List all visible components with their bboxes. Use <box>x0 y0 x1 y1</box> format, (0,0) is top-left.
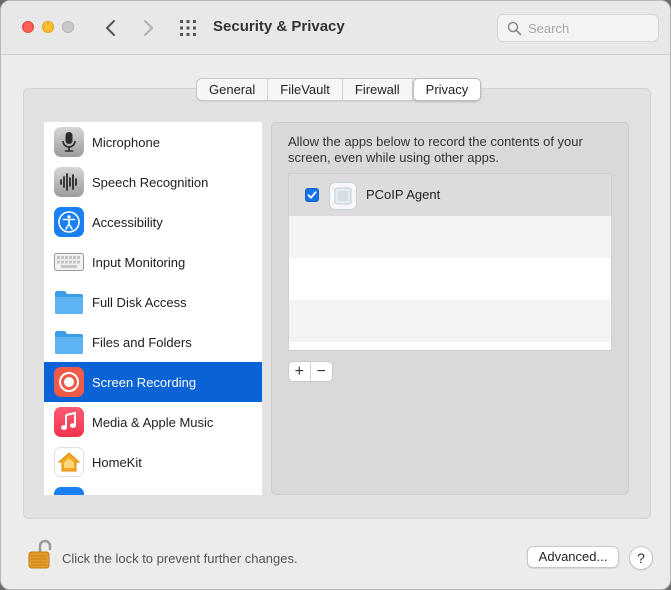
folder-icon <box>54 327 84 357</box>
empty-list-row <box>289 216 611 258</box>
microphone-icon <box>54 127 84 157</box>
app-enabled-checkbox[interactable] <box>305 188 319 202</box>
empty-list-row <box>289 300 611 342</box>
sidebar-item-label: Media & Apple Music <box>92 414 214 430</box>
chevron-right-icon <box>144 20 153 36</box>
bluetooth-icon <box>54 487 84 495</box>
forward-button[interactable] <box>138 16 158 40</box>
show-all-button[interactable] <box>178 18 198 38</box>
sidebar-item-label: Accessibility <box>92 214 163 230</box>
zoom-window-button[interactable] <box>62 21 74 33</box>
security-privacy-window: Security & Privacy General FileVault Fir… <box>0 0 671 590</box>
window-title: Security & Privacy <box>213 18 345 35</box>
folder-icon <box>54 287 84 317</box>
search-input[interactable] <box>528 19 648 37</box>
tab-filevault[interactable]: FileVault <box>268 79 343 100</box>
sidebar-item-label: Screen Recording <box>92 374 197 390</box>
accessibility-icon <box>54 207 84 237</box>
sidebar-item-label: Speech Recognition <box>92 174 209 190</box>
title-bar: Security & Privacy <box>1 1 670 55</box>
sidebar-item-label: Full Disk Access <box>92 294 187 310</box>
tab-firewall[interactable]: Firewall <box>343 79 413 100</box>
permission-description: Allow the apps below to record the conte… <box>288 134 583 165</box>
waveform-icon <box>54 167 84 197</box>
grid-icon <box>180 20 196 36</box>
empty-list-row <box>289 342 611 350</box>
home-icon <box>54 447 84 477</box>
search-field[interactable] <box>497 14 659 42</box>
record-icon <box>54 367 84 397</box>
empty-list-row <box>289 258 611 300</box>
search-icon <box>507 21 522 36</box>
music-note-icon <box>54 407 84 437</box>
sidebar-item-screen-recording[interactable]: Screen Recording <box>44 362 262 402</box>
tab-general[interactable]: General <box>197 79 269 100</box>
sidebar-item-speech-recognition[interactable]: Speech Recognition <box>44 162 262 202</box>
add-remove-control: + − <box>288 361 333 382</box>
tab-privacy[interactable]: Privacy <box>412 78 482 101</box>
app-name: PCoIP Agent <box>366 187 441 202</box>
sidebar-item-files-and-folders[interactable]: Files and Folders <box>44 322 262 362</box>
allowed-apps-list[interactable]: PCoIP Agent <box>288 173 612 351</box>
lock-button[interactable] <box>27 538 53 570</box>
remove-app-button[interactable]: − <box>311 362 332 381</box>
back-button[interactable] <box>101 16 121 40</box>
sidebar-item-media-apple-music[interactable]: Media & Apple Music <box>44 402 262 442</box>
list-item[interactable]: PCoIP Agent <box>289 174 611 216</box>
checkmark-icon <box>307 191 317 199</box>
sidebar-item-label: Input Monitoring <box>92 254 186 270</box>
pcoip-agent-icon <box>329 182 357 210</box>
help-button[interactable]: ? <box>629 546 653 570</box>
sidebar-item-accessibility[interactable]: Accessibility <box>44 202 262 242</box>
sidebar-item-input-monitoring[interactable]: Input Monitoring <box>44 242 262 282</box>
sidebar-item-label: Microphone <box>92 134 160 150</box>
lock-status-text: Click the lock to prevent further change… <box>62 551 298 566</box>
sidebar-item-label: HomeKit <box>92 454 142 470</box>
privacy-category-list[interactable]: Microphone Speech Recognition Accessibil… <box>44 122 262 495</box>
sidebar-item-microphone[interactable]: Microphone <box>44 122 262 162</box>
minimize-window-button[interactable] <box>42 21 54 33</box>
sidebar-item-label: Files and Folders <box>92 334 192 350</box>
close-window-button[interactable] <box>22 21 34 33</box>
sidebar-item-homekit[interactable]: HomeKit <box>44 442 262 482</box>
tab-bar: General FileVault Firewall Privacy <box>196 78 482 101</box>
add-app-button[interactable]: + <box>289 362 311 381</box>
keyboard-icon <box>54 247 84 277</box>
sidebar-item-partial[interactable] <box>44 482 262 495</box>
chevron-left-icon <box>106 20 115 36</box>
unlocked-padlock-icon <box>28 539 52 569</box>
sidebar-item-full-disk-access[interactable]: Full Disk Access <box>44 282 262 322</box>
advanced-button[interactable]: Advanced... <box>527 546 619 568</box>
